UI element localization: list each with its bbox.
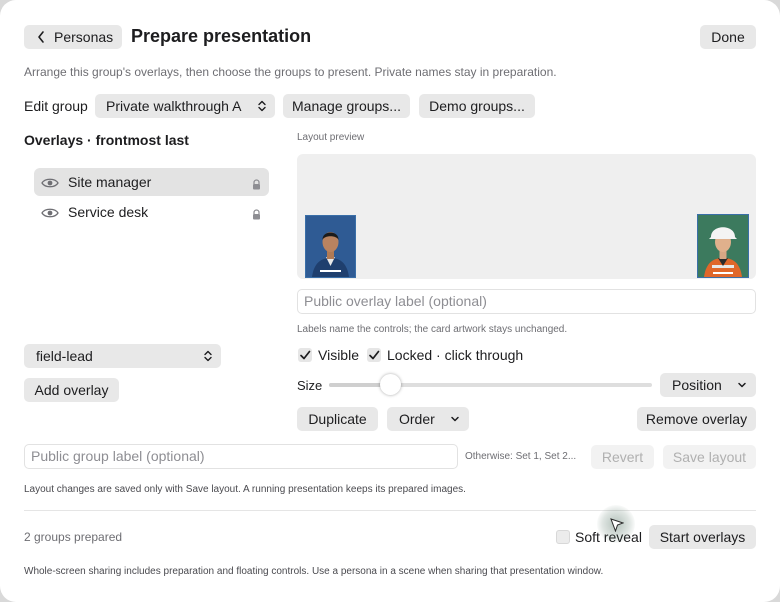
sharing-note: Whole-screen sharing includes preparatio…: [24, 566, 604, 577]
size-slider-knob[interactable]: [380, 374, 402, 395]
order-button-label: Order: [399, 411, 435, 427]
edit-group-select[interactable]: Private walkthrough A: [95, 94, 275, 118]
chevron-down-icon: [737, 373, 747, 404]
position-button-label: Position: [672, 377, 722, 393]
prepare-presentation-sheet: Personas Prepare presentation Done Arran…: [0, 0, 780, 602]
chevron-updown-icon: [203, 344, 213, 375]
pointer-cursor-icon: [610, 518, 625, 537]
save-layout-note: Layout changes are saved only with Save …: [24, 484, 466, 495]
persona-portrait-icon: [698, 215, 748, 277]
chevron-left-icon: [36, 25, 46, 56]
back-button-label: Personas: [54, 29, 114, 45]
lock-icon: [252, 177, 261, 195]
layout-preview-label: Layout preview: [297, 132, 365, 143]
overlay-card-site-manager[interactable]: [697, 214, 749, 278]
edit-group-selected-value: Private walkthrough A: [106, 98, 242, 114]
done-button[interactable]: Done: [700, 25, 756, 49]
save-layout-button[interactable]: Save layout: [663, 445, 756, 469]
eye-icon[interactable]: [41, 206, 59, 224]
remove-overlay-button[interactable]: Remove overlay: [637, 407, 756, 431]
locked-checkbox[interactable]: [367, 348, 381, 362]
overlays-heading: Overlays · frontmost last: [24, 132, 189, 148]
position-menu-button[interactable]: Position: [660, 373, 756, 397]
revert-button[interactable]: Revert: [591, 445, 654, 469]
chevron-down-icon: [450, 407, 460, 438]
overlay-item-service-desk[interactable]: Service desk: [34, 198, 269, 226]
manage-groups-button[interactable]: Manage groups...: [283, 94, 410, 118]
eye-icon[interactable]: [41, 176, 59, 194]
size-label: Size: [297, 378, 323, 393]
group-label-fallback: Otherwise: Set 1, Set 2...: [465, 451, 577, 462]
visible-label: Visible: [318, 347, 359, 363]
duplicate-button[interactable]: Duplicate: [297, 407, 378, 431]
public-group-label-input[interactable]: Public group label (optional): [24, 444, 458, 469]
visible-checkbox[interactable]: [298, 348, 312, 362]
overlay-label-hint: Labels name the controls; the card artwo…: [297, 324, 568, 335]
start-overlays-button[interactable]: Start overlays: [649, 525, 756, 549]
persona-selected-value: field-lead: [36, 348, 93, 364]
overlay-item-name: Site manager: [68, 174, 152, 190]
public-overlay-label-input[interactable]: Public overlay label (optional): [297, 289, 756, 314]
demo-groups-button[interactable]: Demo groups...: [419, 94, 535, 118]
back-personas-button[interactable]: Personas: [24, 25, 122, 49]
page-title: Prepare presentation: [131, 26, 312, 46]
groups-prepared-count: 2 groups prepared: [24, 530, 123, 544]
overlay-item-site-manager[interactable]: Site manager: [34, 168, 269, 196]
page-description: Arrange this group's overlays, then choo…: [24, 65, 557, 79]
chevron-updown-icon: [257, 94, 267, 125]
overlay-card-service-desk[interactable]: [305, 215, 356, 278]
edit-group-label: Edit group: [24, 98, 88, 114]
order-menu-button[interactable]: Order: [387, 407, 469, 431]
checkmark-icon: [300, 350, 311, 360]
persona-portrait-icon: [306, 216, 355, 277]
soft-reveal-checkbox[interactable]: [556, 530, 570, 544]
add-overlay-button[interactable]: Add overlay: [24, 378, 119, 402]
lock-icon: [252, 207, 261, 225]
locked-label: Locked · click through: [387, 347, 524, 363]
footer-divider: [24, 510, 756, 511]
persona-select[interactable]: field-lead: [24, 344, 221, 368]
size-slider[interactable]: [329, 374, 652, 395]
layout-preview: [297, 154, 756, 279]
checkmark-icon: [369, 350, 380, 360]
overlay-item-name: Service desk: [68, 204, 149, 220]
